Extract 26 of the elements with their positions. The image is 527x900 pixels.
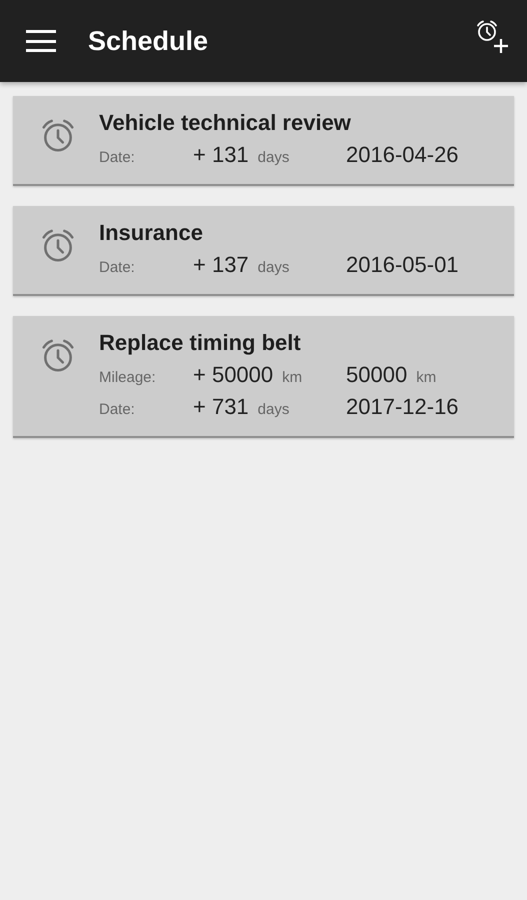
due-value: 50000 [346, 362, 408, 388]
remaining-value: + 137 [193, 252, 249, 278]
remaining-value: + 731 [193, 394, 249, 420]
add-alarm-button[interactable] [475, 19, 511, 55]
screen-title: Schedule [88, 26, 210, 56]
reminder-card[interactable]: Insurance Date: + 137 days 2016-05-01 [13, 206, 514, 296]
reminder-card[interactable]: Replace timing belt Mileage: + 50000 km 50000 km Date: + 731 days 2017-12-16 [13, 316, 514, 438]
unit-label: km [282, 369, 302, 386]
reminder-title: Vehicle technical review [99, 110, 352, 136]
remaining-value: + 50000 [193, 362, 274, 388]
due-value: 2016-04-26 [346, 142, 459, 168]
reminder-title: Replace timing belt [99, 330, 302, 356]
field-label: Date: [99, 259, 136, 276]
unit-label: days [258, 149, 290, 166]
field-label: Mileage: [99, 369, 157, 386]
field-label: Date: [99, 149, 136, 166]
due-value: 2017-12-16 [346, 394, 459, 420]
due-value: 2016-05-01 [346, 252, 459, 278]
reminder-title: Insurance [99, 220, 204, 246]
remaining-value: + 131 [193, 142, 249, 168]
unit-label: days [258, 401, 290, 418]
reminder-card[interactable]: Vehicle technical review Date: + 131 days 2016-04-26 [13, 96, 514, 186]
field-label: Date: [99, 401, 136, 418]
unit-label: km [416, 369, 436, 386]
menu-button[interactable] [26, 30, 56, 52]
unit-label: days [258, 259, 290, 276]
